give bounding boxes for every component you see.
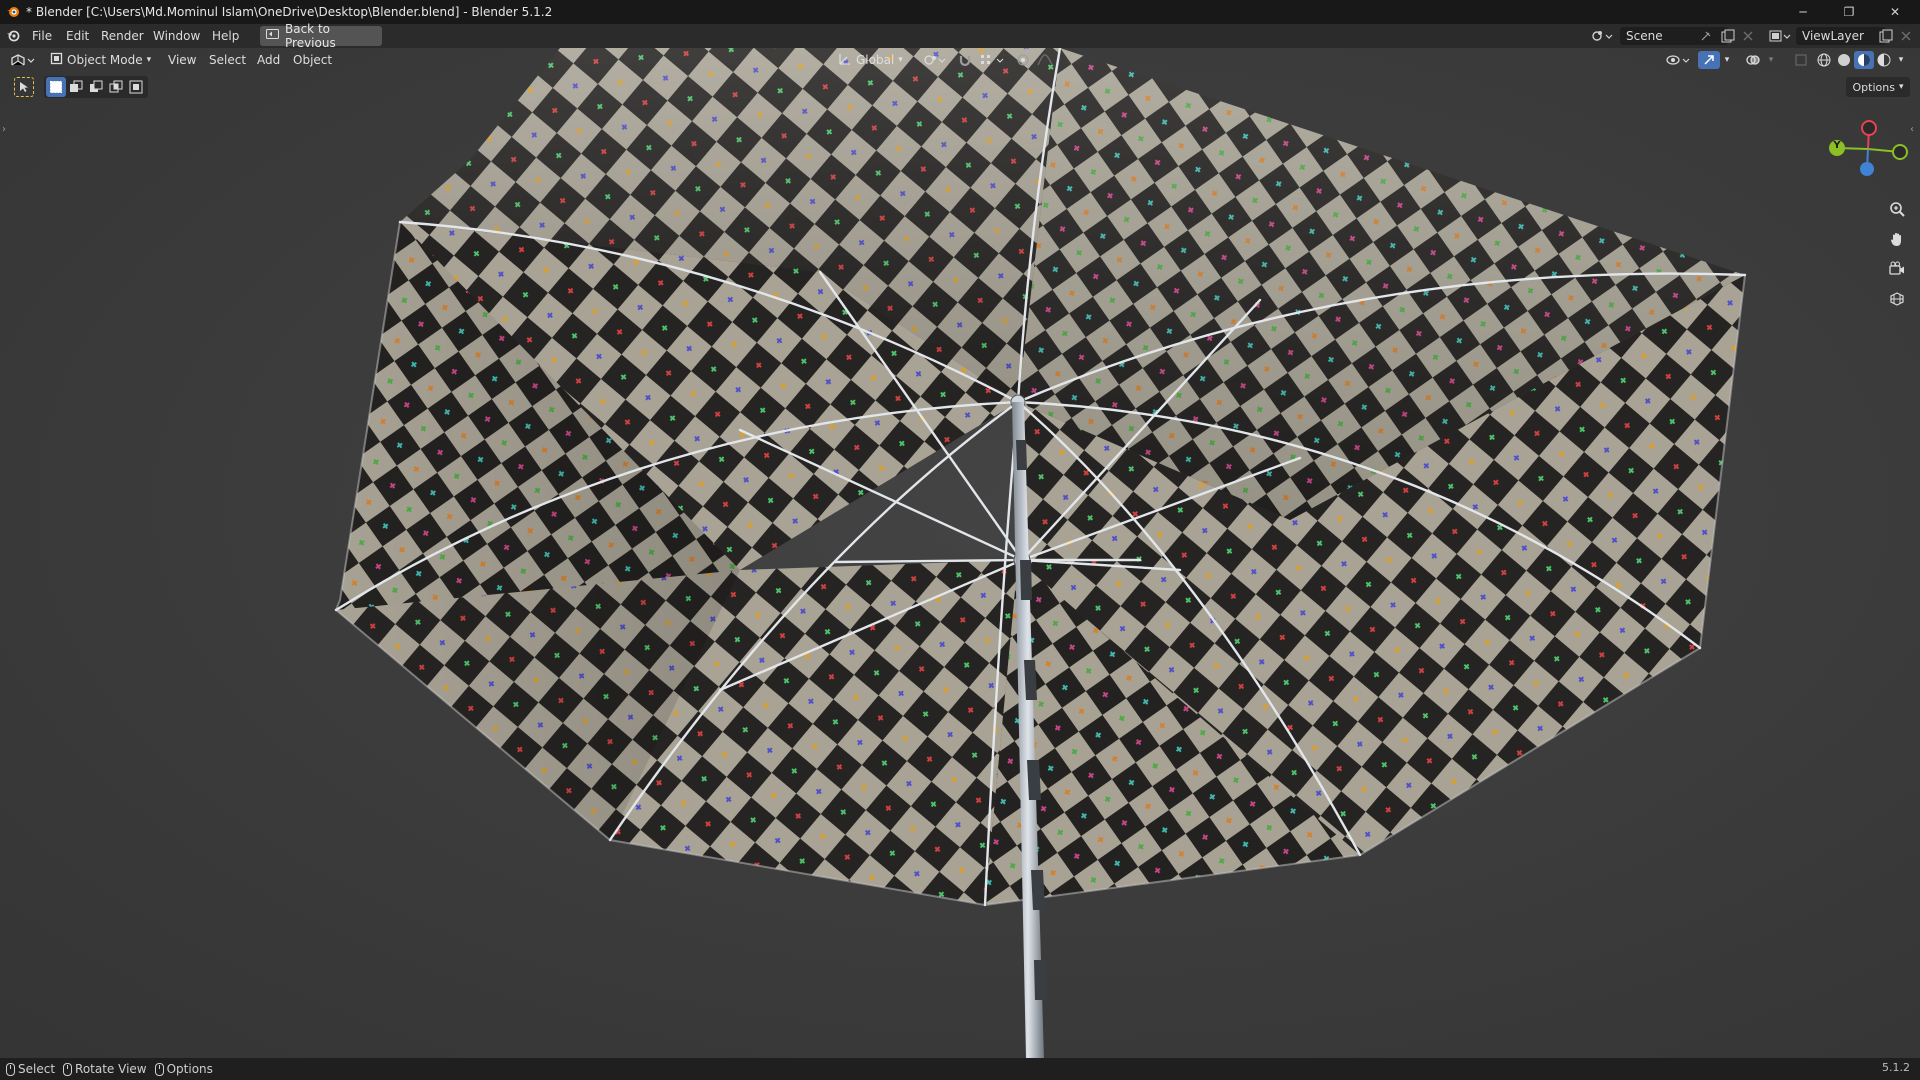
overlays-icon[interactable]	[1742, 51, 1764, 69]
window-title: * Blender [C:\Users\Md.Mominul Islam\One…	[26, 5, 553, 19]
delete-viewlayer-icon[interactable]	[1896, 27, 1916, 45]
status-options-hint: Options	[154, 1062, 213, 1076]
status-bar: Select Rotate View Options 5.1.2	[0, 1058, 1920, 1080]
umbrella-scene[interactable]	[0, 48, 1920, 1058]
overlays-chevron-icon[interactable]: ▾	[1764, 51, 1778, 69]
minimize-button[interactable]: ─	[1780, 0, 1826, 24]
editor-type-icon[interactable]	[8, 51, 38, 69]
menu-window[interactable]: Window	[147, 27, 206, 45]
delete-scene-icon[interactable]	[1738, 27, 1758, 45]
gizmo-y-label: Y	[1833, 140, 1841, 151]
select-intersect-icon[interactable]	[126, 77, 146, 97]
navigation-gizmo[interactable]: Y	[1820, 114, 1910, 184]
pivot-point-icon[interactable]	[920, 51, 950, 69]
orientation-axes-icon	[838, 52, 852, 69]
chevron-down-icon: ▾	[898, 55, 903, 65]
wireframe-shading-icon[interactable]	[1814, 51, 1834, 69]
menu-object[interactable]: Object	[289, 51, 336, 69]
hand-pan-icon[interactable]	[1884, 226, 1910, 252]
new-viewlayer-icon[interactable]	[1876, 27, 1896, 45]
gizmo-z-axis[interactable]	[1860, 162, 1874, 176]
new-scene-icon[interactable]	[1718, 27, 1738, 45]
status-select-label: Select	[18, 1062, 56, 1076]
viewlayer-name-field[interactable]: ViewLayer	[1796, 27, 1886, 45]
solid-shading-icon[interactable]	[1834, 51, 1854, 69]
select-invert-icon[interactable]	[106, 77, 126, 97]
chevron-down-icon: ▾	[146, 55, 152, 65]
mouse-right-icon	[154, 1062, 164, 1076]
selection-mode-group	[44, 76, 148, 98]
snap-increment-icon[interactable]	[976, 51, 1008, 69]
snap-magnet-icon[interactable]	[954, 51, 976, 69]
object-mode-label: Object Mode	[67, 53, 143, 67]
maximize-button[interactable]: ❐	[1826, 0, 1872, 24]
top-menu-bar: File Edit Render Window Help Back to Pre…	[0, 22, 1920, 50]
gizmo-negative-y-axis[interactable]	[1892, 144, 1908, 160]
3d-viewport[interactable]	[0, 48, 1920, 1058]
visibility-selectability-icon[interactable]	[1664, 51, 1694, 69]
select-new-icon[interactable]	[46, 77, 66, 97]
back-screen-icon	[266, 29, 279, 43]
menu-help[interactable]: Help	[206, 27, 245, 45]
viewlayer-name-label: ViewLayer	[1802, 29, 1864, 43]
gizmo-x-axis[interactable]	[1861, 120, 1877, 136]
menu-select[interactable]: Select	[205, 51, 250, 69]
menu-render[interactable]: Render	[95, 27, 150, 45]
status-rotate-label: Rotate View	[75, 1062, 147, 1076]
pin-icon[interactable]	[1696, 27, 1716, 45]
xray-toggle-icon[interactable]	[1792, 51, 1810, 69]
toolbar-expand-arrow-icon[interactable]: ›	[2, 124, 6, 135]
status-rotate-hint: Rotate View	[63, 1062, 147, 1076]
status-options-label: Options	[166, 1062, 213, 1076]
tool-settings	[14, 76, 34, 98]
select-extend-icon[interactable]	[66, 77, 86, 97]
menu-view[interactable]: View	[164, 51, 200, 69]
shading-chevron-icon[interactable]: ▾	[1894, 51, 1908, 69]
menu-file[interactable]: File	[26, 27, 58, 45]
viewlayer-browse-icon[interactable]	[1766, 27, 1794, 45]
viewport-header: Object Mode ▾ View Select Add Object Glo…	[0, 48, 1920, 72]
scene-browse-icon[interactable]	[1588, 27, 1616, 45]
menu-edit[interactable]: Edit	[60, 27, 95, 45]
menu-add[interactable]: Add	[253, 51, 284, 69]
blender-logo-icon	[4, 3, 22, 21]
orientation-label: Global	[856, 53, 895, 67]
transform-orientation-dropdown[interactable]: Global ▾	[838, 51, 914, 69]
select-tool-icon[interactable]	[14, 77, 34, 97]
show-gizmo-icon[interactable]	[1698, 51, 1720, 69]
mouse-left-icon	[6, 1062, 15, 1076]
falloff-curve-icon[interactable]	[1034, 51, 1056, 69]
back-to-previous-button[interactable]: Back to Previous	[260, 22, 382, 50]
zoom-icon[interactable]	[1884, 196, 1910, 222]
options-label: Options	[1852, 80, 1895, 94]
scene-name-label: Scene	[1626, 29, 1663, 43]
gizmo-chevron-icon[interactable]: ▾	[1720, 51, 1734, 69]
sidebar-expand-arrow-icon[interactable]: ‹	[1910, 124, 1914, 135]
object-mode-icon	[50, 52, 63, 68]
rendered-shading-icon[interactable]	[1874, 51, 1894, 69]
camera-view-icon[interactable]	[1884, 256, 1910, 282]
blender-menu-icon[interactable]	[4, 27, 22, 45]
material-preview-shading-icon[interactable]	[1854, 51, 1874, 69]
object-mode-dropdown[interactable]: Object Mode ▾	[50, 51, 156, 69]
version-label: 5.1.2	[1882, 1061, 1910, 1074]
select-subtract-icon[interactable]	[86, 77, 106, 97]
mouse-middle-icon	[63, 1062, 73, 1076]
close-button[interactable]: ✕	[1872, 0, 1918, 24]
options-dropdown[interactable]: Options ▾	[1846, 77, 1910, 97]
back-to-previous-label: Back to Previous	[285, 22, 336, 50]
proportional-edit-icon[interactable]	[1014, 51, 1032, 69]
chevron-down-icon: ▾	[1898, 82, 1904, 92]
window-title-bar: * Blender [C:\Users\Md.Mominul Islam\One…	[0, 0, 1920, 24]
grid-ortho-icon[interactable]	[1884, 286, 1910, 312]
status-select-hint: Select	[6, 1062, 55, 1076]
